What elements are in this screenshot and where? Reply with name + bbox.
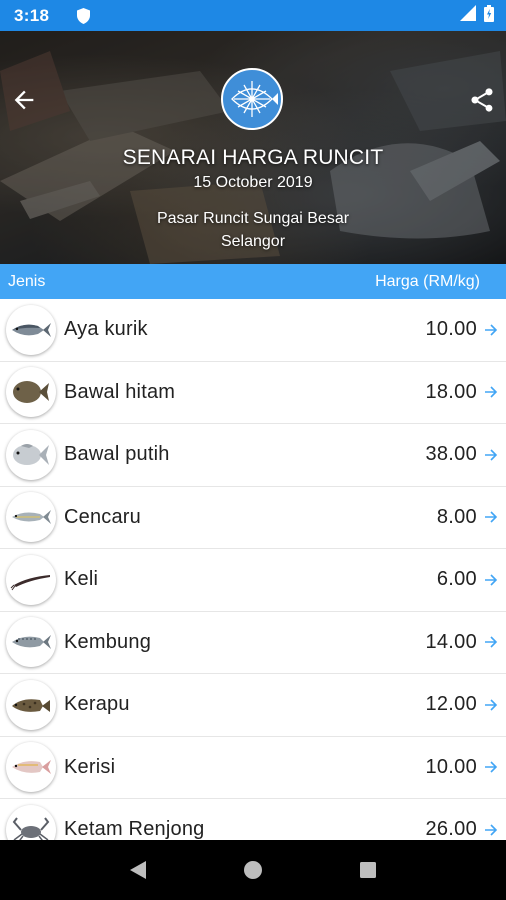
square-recents-icon [360,862,377,878]
status-bar: 3:18 [0,0,506,31]
item-price: 14.00 [425,630,477,653]
list-item-keli[interactable]: Keli 6.00 [0,549,506,612]
item-name: Bawal putih [64,443,170,466]
grouper-icon [6,679,56,730]
catfish-icon [6,554,56,605]
market-state: Selangor [220,233,286,250]
market-location: Pasar Runcit Sungai Besar Selangor [0,207,506,253]
triangle-back-icon [129,861,146,879]
crab-icon [6,804,56,840]
system-navigation-bar [0,840,506,900]
list-item-cencaru[interactable]: Cencaru 8.00 [0,487,506,549]
battery-icon [484,4,494,27]
item-price: 10.00 [425,755,477,778]
arrow-right-icon [480,698,502,712]
arrow-right-icon [480,385,502,399]
app-logo [221,68,283,130]
signal-icon [460,5,476,26]
price-date: 15 October 2019 [193,174,313,191]
column-type-label: Jenis [8,272,46,290]
hero-header: SENARAI HARGA RUNCIT 15 October 2019 Pas… [0,31,506,264]
price-list[interactable]: Aya kurik 10.00 Bawal hitam 18.00 Bawal … [0,299,506,840]
column-price-label: Harga (RM/kg) [375,272,480,290]
item-name: Kembung [64,630,152,653]
nav-recents-button[interactable] [348,850,388,890]
share-icon [471,88,493,112]
mackerel-icon [6,617,56,668]
circle-home-icon [243,861,262,879]
item-name: Aya kurik [64,318,148,341]
scad-fish-icon [6,492,56,543]
list-item-aya-kurik[interactable]: Aya kurik 10.00 [0,299,506,362]
shield-icon [77,7,91,24]
nav-home-button[interactable] [233,850,273,890]
list-column-header: Jenis Harga (RM/kg) [0,264,506,299]
item-price: 12.00 [425,693,477,716]
list-item-kerapu[interactable]: Kerapu 12.00 [0,674,506,737]
tuna-fish-icon [6,304,56,355]
white-pomfret-icon [6,429,56,480]
item-name: Kerisi [64,755,116,778]
black-pomfret-icon [6,367,56,418]
item-price: 6.00 [436,568,477,591]
item-name: Kerapu [64,693,130,716]
item-price: 10.00 [425,318,477,341]
item-name: Keli [64,568,99,591]
arrow-right-icon [480,823,502,837]
list-item-bawal-putih[interactable]: Bawal putih 38.00 [0,424,506,487]
item-name: Bawal hitam [64,380,176,403]
arrow-left-icon [14,90,34,110]
item-name: Ketam Renjong [64,818,205,840]
nav-back-button[interactable] [118,850,158,890]
arrow-right-icon [480,510,502,524]
back-button[interactable] [10,86,38,114]
fish-logo-icon [225,72,279,126]
list-item-kerisi[interactable]: Kerisi 10.00 [0,737,506,799]
item-name: Cencaru [64,505,141,528]
list-item-ketam-renjong[interactable]: Ketam Renjong 26.00 [0,799,506,840]
market-name: Pasar Runcit Sungai Besar [156,210,350,227]
arrow-right-icon [480,635,502,649]
list-item-kembung[interactable]: Kembung 14.00 [0,612,506,674]
arrow-right-icon [480,760,502,774]
item-price: 8.00 [436,505,477,528]
arrow-right-icon [480,448,502,462]
page-title: SENARAI HARGA RUNCIT [122,146,384,169]
threadfin-bream-icon [6,742,56,793]
list-item-bawal-hitam[interactable]: Bawal hitam 18.00 [0,362,506,424]
item-price: 38.00 [425,443,477,466]
status-time: 3:18 [14,5,50,25]
item-price: 26.00 [425,818,477,840]
arrow-right-icon [480,323,502,337]
arrow-right-icon [480,573,502,587]
share-button[interactable] [468,86,496,114]
item-price: 18.00 [425,380,477,403]
